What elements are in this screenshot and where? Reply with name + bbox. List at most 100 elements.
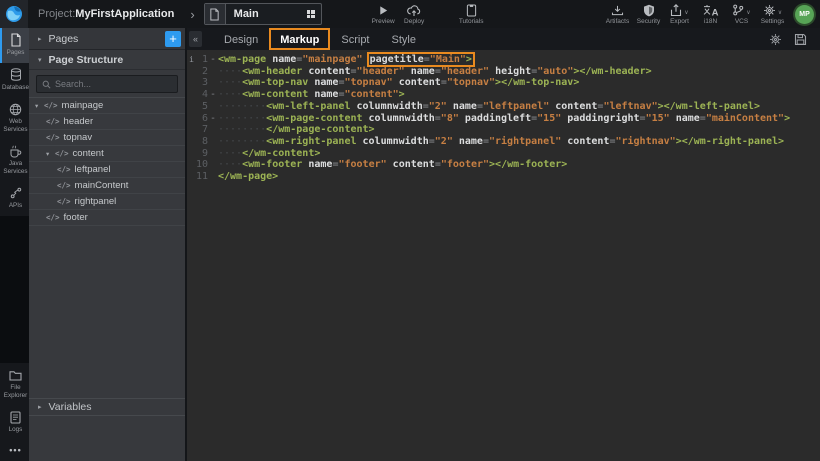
wavemaker-logo-icon [5,5,23,23]
chevron-down-icon[interactable]: ▾ [35,102,44,110]
sidebar-item-label: Databases [2,84,29,92]
page-file-icon [205,4,226,24]
chevron-down-icon: ▾ [38,56,42,64]
code-text: ········</wm-page-content> [218,124,375,136]
code-tag-icon: </> [46,117,60,126]
editor-tab-actions [769,28,807,50]
settings-button[interactable]: ∨Settings [757,3,788,25]
code-line-3[interactable]: 3····<wm-top-nav name="topnav" content="… [187,77,820,89]
activity-bar: Pages Databases Web ServicesJava ServicesA… [0,28,29,461]
preview-button[interactable]: Preview [368,3,399,25]
line-number: 11 [196,171,208,183]
fold-marker[interactable]: - [208,113,218,125]
tab-style[interactable]: Style [381,28,427,50]
search-input[interactable] [55,79,172,89]
project-breadcrumb: Project:MyFirstApplication [38,8,174,20]
sidebar-item-more[interactable]: ••• [0,440,29,461]
tree-item-label: rightpanel [75,196,117,207]
grid-layout-icon[interactable] [307,10,315,18]
security-button[interactable]: Security [633,3,664,25]
tree-item-topnav[interactable]: </>topnav [29,130,185,146]
chevron-down-icon: ∨ [746,9,750,16]
search-icon [42,80,51,89]
editor-tab-bar: « DesignMarkupScriptStyle [187,28,820,50]
tree-item-header[interactable]: </>header [29,114,185,130]
save-button[interactable] [794,33,807,46]
api-icon [10,186,22,200]
variables-section-header[interactable]: ▸ Variables [29,398,185,416]
code-tag-icon: </> [46,213,60,222]
gutter-marker [187,101,196,113]
code-line-5[interactable]: 5········<wm-left-panel columnwidth="2" … [187,101,820,113]
deploy-label: Deploy [404,18,424,25]
pages-section-header[interactable]: ▸ Pages + [29,28,185,50]
deploy-button[interactable]: Deploy [399,3,430,25]
fold-marker [208,101,218,113]
fold-marker[interactable]: - [208,89,218,101]
tab-script[interactable]: Script [330,28,380,50]
tree-item-label: footer [64,212,88,223]
fold-marker[interactable]: - [208,54,218,66]
collapse-panel-button[interactable]: « [189,31,202,47]
page-structure-header[interactable]: ▾ Page Structure [29,50,185,70]
topbar-right-actions: Artifacts Security ∨ExportAi18N∨VCS∨Settin… [602,3,788,25]
artifacts-button[interactable]: Artifacts [602,3,633,25]
branch-icon [732,4,744,16]
editor-settings-button[interactable] [769,33,782,46]
tree-item-content[interactable]: ▾</>content [29,146,185,162]
code-line-10[interactable]: 10····<wm-footer name="footer" content="… [187,159,820,171]
security-label: Security [637,18,660,25]
export-button[interactable]: ∨Export [664,3,695,25]
top-bar: Project:MyFirstApplication › Main Previe… [0,0,820,28]
sidebar-item-databases[interactable]: Databases [0,63,29,98]
sidebar-item-apis[interactable]: APIs [0,181,29,216]
code-text: ········<wm-page-content columnwidth="8"… [218,113,790,125]
chevron-down-icon[interactable]: ▾ [46,150,55,158]
gutter-marker [187,136,196,148]
code-line-1[interactable]: i1-<wm-page name="mainpage" pagetitle="M… [187,54,820,66]
code-line-6[interactable]: 6-········<wm-page-content columnwidth="… [187,113,820,125]
sidebar-item-java-services[interactable]: Java Services [0,139,29,181]
sidebar-item-pages[interactable]: Pages [0,28,29,63]
code-line-7[interactable]: 7········</wm-page-content> [187,124,820,136]
i18n-button[interactable]: Ai18N [695,3,726,25]
line-number: 9 [196,148,208,160]
line-number: 3 [196,77,208,89]
code-tag-icon: </> [57,181,71,190]
sidebar-item-logs[interactable]: Logs [0,405,29,440]
tab-markup[interactable]: Markup [269,28,330,50]
fold-marker [208,66,218,78]
sidebar-item-label: Pages [2,49,29,57]
book-icon [466,4,477,17]
tree-item-mainpage[interactable]: ▾</>mainpage [29,98,185,114]
tree-item-mainContent[interactable]: </>mainContent [29,178,185,194]
markup-code-editor[interactable]: i1-<wm-page name="mainpage" pagetitle="M… [187,50,820,461]
page-selector-tab[interactable]: Main [204,3,322,25]
code-line-4[interactable]: 4-····<wm-content name="content"> [187,89,820,101]
save-icon [794,33,807,46]
tree-item-footer[interactable]: </> footer [29,210,185,226]
code-text: </wm-page> [218,171,278,183]
sidebar-item-web-services[interactable]: Web Services [0,97,29,139]
sidebar-item-file-explorer[interactable]: File Explorer [0,363,29,405]
code-tag-icon: </> [57,197,71,206]
code-line-11[interactable]: 11 </wm-page> [187,171,820,183]
code-line-8[interactable]: 8········<wm-right-panel columnwidth="2"… [187,136,820,148]
line-number: 5 [196,101,208,113]
tab-design[interactable]: Design [213,28,269,50]
vcs-button[interactable]: ∨VCS [726,3,757,25]
wavemaker-logo[interactable] [0,0,28,28]
code-line-2[interactable]: 2····<wm-header content="header" name="h… [187,66,820,78]
tutorials-button[interactable]: Tutorials [456,3,487,25]
chevron-right-icon: ▸ [38,403,42,411]
tree-item-label: mainpage [62,100,104,111]
gutter-marker: i [187,54,196,66]
code-text: ········<wm-right-panel columnwidth="2" … [218,136,784,148]
line-number: 10 [196,159,208,171]
tree-item-rightpanel[interactable]: </> rightpanel [29,194,185,210]
tree-item-leftpanel[interactable]: </>leftpanel [29,162,185,178]
avatar[interactable]: MP [795,5,814,24]
code-line-9[interactable]: 9····</wm-content> [187,148,820,160]
chevron-right-icon: › [190,8,194,21]
add-page-button[interactable]: + [165,31,181,47]
